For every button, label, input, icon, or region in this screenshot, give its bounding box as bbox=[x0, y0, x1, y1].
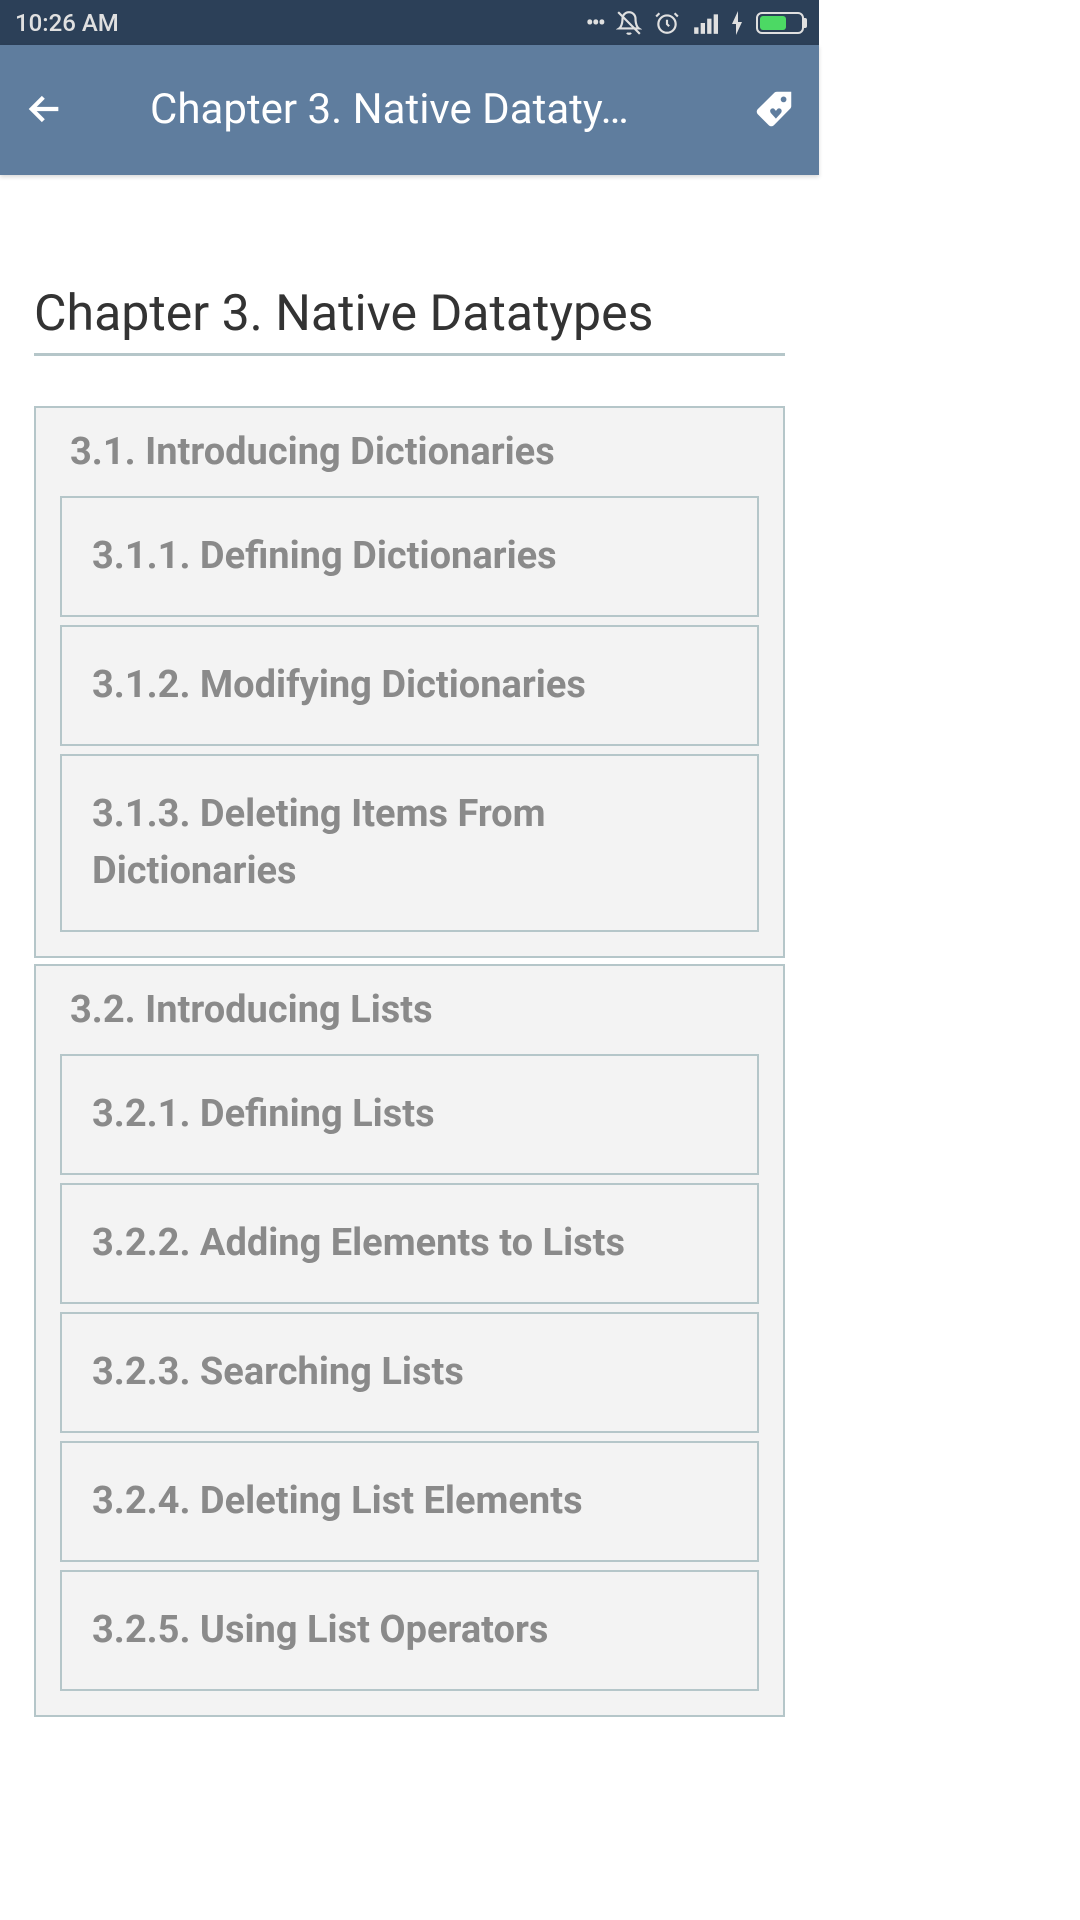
toc-item-label: 3.1.1. Defining Dictionaries bbox=[92, 528, 727, 585]
content-area: Chapter 3. Native Datatypes 3.1. Introdu… bbox=[0, 175, 819, 1717]
toc-item-label: 3.1.2. Modifying Dictionaries bbox=[92, 657, 727, 714]
toc-section: 3.1. Introducing Dictionaries 3.1.1. Def… bbox=[34, 406, 785, 958]
section-title[interactable]: 3.2. Introducing Lists bbox=[36, 966, 783, 1054]
page-title: Chapter 3. Native Datatypes bbox=[34, 285, 785, 356]
toc-item[interactable]: 3.1.2. Modifying Dictionaries bbox=[60, 625, 759, 746]
notifications-off-icon bbox=[616, 10, 642, 36]
toc-item-label: 3.2.5. Using List Operators bbox=[92, 1602, 727, 1659]
toc-item-label: 3.2.3. Searching Lists bbox=[92, 1344, 727, 1401]
bookmark-button[interactable] bbox=[749, 84, 799, 134]
toc-item[interactable]: 3.1.1. Defining Dictionaries bbox=[60, 496, 759, 617]
back-button[interactable] bbox=[20, 84, 70, 134]
section-title[interactable]: 3.1. Introducing Dictionaries bbox=[36, 408, 783, 496]
toc-item[interactable]: 3.2.4. Deleting List Elements bbox=[60, 1441, 759, 1562]
tag-heart-icon bbox=[751, 86, 797, 132]
status-icons: ••• bbox=[586, 9, 804, 37]
toc-item-label: 3.2.4. Deleting List Elements bbox=[92, 1473, 727, 1530]
charging-icon bbox=[730, 11, 744, 35]
status-bar: 10:26 AM ••• bbox=[0, 0, 819, 45]
alarm-icon bbox=[654, 10, 680, 36]
status-time: 10:26 AM bbox=[15, 9, 119, 37]
toc-item[interactable]: 3.2.1. Defining Lists bbox=[60, 1054, 759, 1175]
sub-items-list: 3.2.1. Defining Lists 3.2.2. Adding Elem… bbox=[36, 1054, 783, 1715]
sub-items-list: 3.1.1. Defining Dictionaries 3.1.2. Modi… bbox=[36, 496, 783, 956]
toc-item-label: 3.1.3. Deleting Items From Dictionaries bbox=[92, 786, 727, 900]
toc-item-label: 3.2.1. Defining Lists bbox=[92, 1086, 727, 1143]
app-bar-title: Chapter 3. Native Dataty… bbox=[150, 85, 719, 134]
toc-item[interactable]: 3.2.3. Searching Lists bbox=[60, 1312, 759, 1433]
toc-item[interactable]: 3.2.5. Using List Operators bbox=[60, 1570, 759, 1691]
back-arrow-icon bbox=[25, 89, 65, 129]
app-bar: Chapter 3. Native Dataty… bbox=[0, 45, 819, 175]
toc-item[interactable]: 3.2.2. Adding Elements to Lists bbox=[60, 1183, 759, 1304]
more-icon: ••• bbox=[586, 9, 604, 37]
toc-item-label: 3.2.2. Adding Elements to Lists bbox=[92, 1215, 727, 1272]
toc-item[interactable]: 3.1.3. Deleting Items From Dictionaries bbox=[60, 754, 759, 932]
toc-section: 3.2. Introducing Lists 3.2.1. Defining L… bbox=[34, 964, 785, 1717]
signal-icon bbox=[692, 10, 718, 36]
battery-icon bbox=[756, 12, 804, 34]
